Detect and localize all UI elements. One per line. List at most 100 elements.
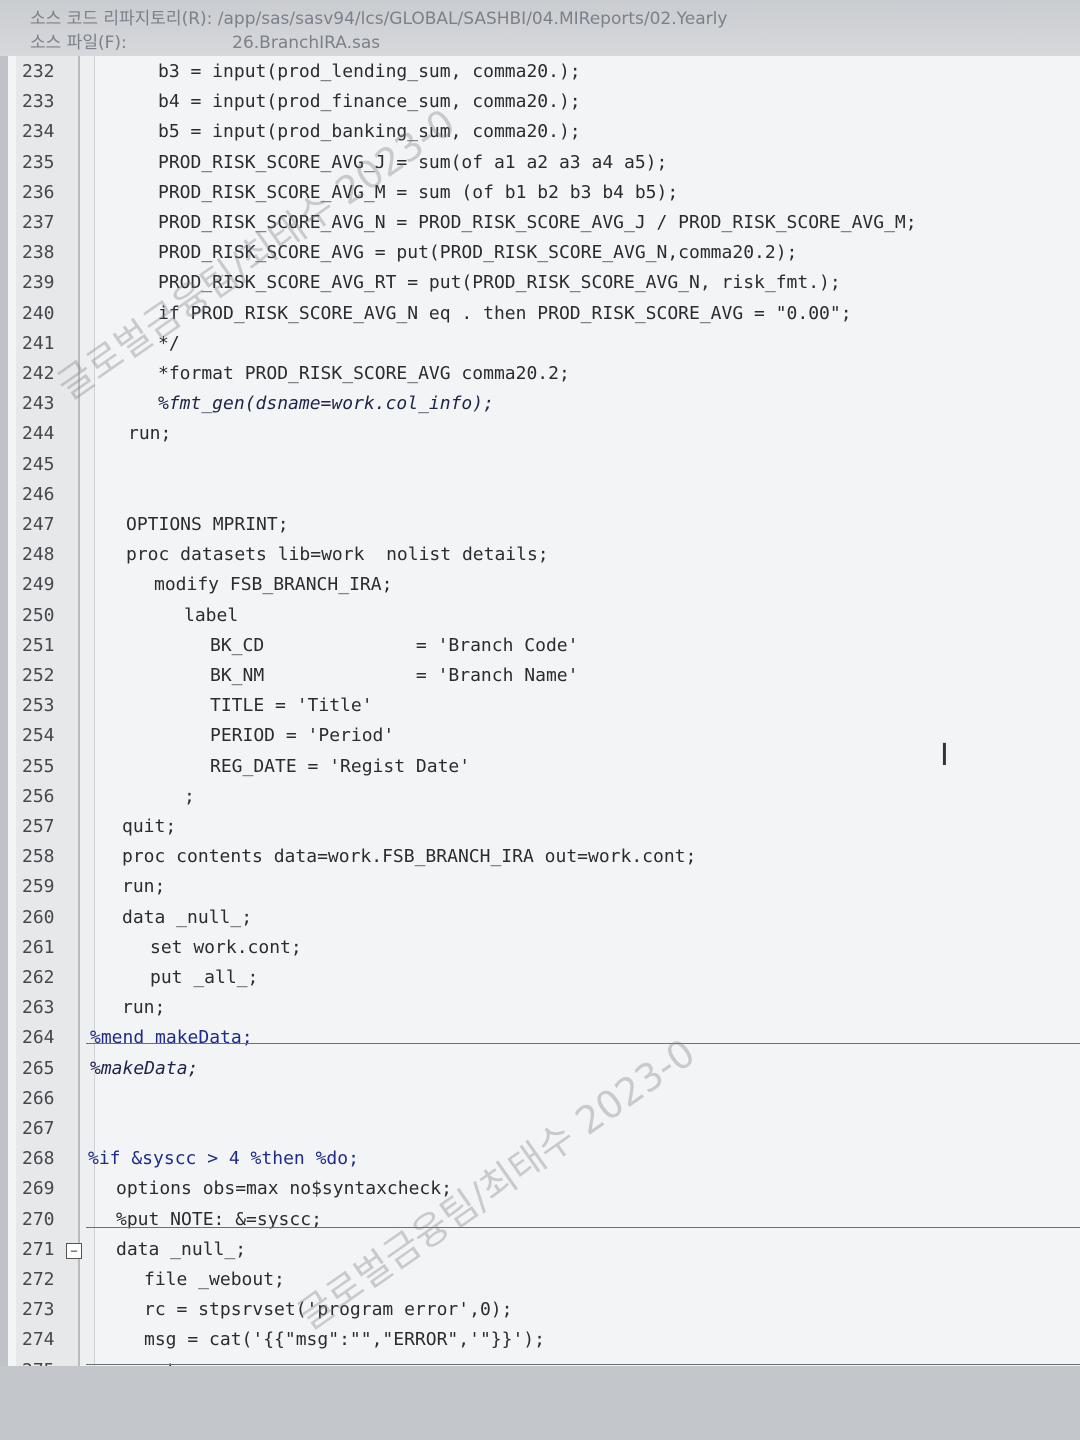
code-line[interactable]: 252 BK_NM = 'Branch Name' bbox=[8, 661, 1080, 691]
code-line[interactable]: 261 set work.cont; bbox=[8, 933, 1080, 963]
code-line[interactable]: 246 bbox=[8, 480, 1080, 510]
code-text: msg = cat('{{"msg":"","ERROR",'"}}'); bbox=[144, 1329, 545, 1351]
line-number: 234 bbox=[22, 121, 55, 143]
line-number: 274 bbox=[22, 1329, 55, 1351]
code-text: *format PROD_RISK_SCORE_AVG comma20.2; bbox=[158, 363, 570, 384]
code-text: TITLE = 'Title' bbox=[210, 695, 373, 717]
code-text: proc contents data=work.FSB_BRANCH_IRA o… bbox=[122, 846, 697, 868]
text-cursor-icon: I bbox=[940, 738, 949, 773]
code-line[interactable]: 266 bbox=[8, 1084, 1080, 1114]
source-file-value[interactable]: 26.BranchIRA.sas bbox=[232, 33, 380, 53]
line-number: 257 bbox=[22, 816, 55, 837]
code-line[interactable]: 255 REG_DATE = 'Regist Date' bbox=[8, 752, 1080, 782]
editor-footer bbox=[0, 1366, 1080, 1440]
line-number: 250 bbox=[22, 604, 55, 626]
code-line[interactable]: 250 label bbox=[8, 601, 1080, 631]
code-text: ; bbox=[184, 785, 195, 807]
code-line[interactable]: 254 PERIOD = 'Period' bbox=[8, 721, 1080, 751]
code-line[interactable]: 264 %mend makeData; bbox=[8, 1023, 1080, 1053]
line-number: 246 bbox=[22, 483, 55, 505]
line-number: 270 bbox=[22, 1208, 55, 1230]
code-line[interactable]: 244 run; bbox=[8, 419, 1080, 449]
source-file-label: 소스 파일(F): bbox=[30, 33, 127, 53]
code-line[interactable]: 234 b5 = input(prod_banking_sum, comma20.… bbox=[8, 117, 1080, 147]
code-line[interactable]: 271− data _null_; bbox=[8, 1235, 1080, 1265]
code-line[interactable]: 232 b3 = input(prod_lending_sum, comma20.… bbox=[8, 57, 1080, 87]
code-text: PERIOD = 'Period' bbox=[210, 725, 395, 747]
code-line[interactable]: 236 PROD_RISK_SCORE_AVG_M = sum (of b1 b2… bbox=[8, 178, 1080, 208]
line-number: 251 bbox=[22, 634, 55, 656]
line-number: 262 bbox=[22, 967, 55, 988]
code-text: data _null_; bbox=[116, 1238, 247, 1260]
line-number: 235 bbox=[22, 151, 55, 173]
code-line[interactable]: 257 quit; bbox=[8, 812, 1080, 842]
code-line[interactable]: 251 BK_CD = 'Branch Code' bbox=[8, 631, 1080, 661]
repository-path-label: 소스 코드 리파지토리(R): bbox=[30, 9, 213, 29]
line-number: 259 bbox=[22, 876, 55, 898]
section-separator bbox=[86, 1043, 1080, 1044]
code-text: %fmt_gen(dsname=work.col_info); bbox=[158, 393, 494, 415]
section-separator bbox=[86, 1364, 1080, 1365]
code-text: BK_NM = 'Branch Name' bbox=[210, 665, 579, 686]
code-text: options obs=max no$syntaxcheck; bbox=[116, 1178, 452, 1200]
line-number: 248 bbox=[22, 544, 55, 566]
code-line[interactable]: 273 rc = stpsrvset('program error',0); bbox=[8, 1295, 1080, 1325]
code-text: b4 = input(prod_finance_sum, comma20.); bbox=[158, 91, 581, 113]
code-line[interactable]: 272 file _webout; bbox=[8, 1265, 1080, 1295]
line-number: 267 bbox=[22, 1118, 55, 1139]
line-number: 273 bbox=[22, 1299, 55, 1321]
code-line[interactable]: 260 data _null_; bbox=[8, 903, 1080, 933]
code-text: PROD_RISK_SCORE_AVG_M = sum (of b1 b2 b3… bbox=[158, 181, 679, 203]
source-file-row: 소스 파일(F): 26.BranchIRA.sas bbox=[30, 28, 380, 53]
code-text: %mend makeData; bbox=[90, 1027, 253, 1049]
line-number: 249 bbox=[22, 574, 55, 596]
line-number: 256 bbox=[22, 785, 55, 807]
line-number: 254 bbox=[22, 725, 55, 747]
line-number: 236 bbox=[22, 181, 55, 203]
code-line[interactable]: 248 proc datasets lib=work nolist details… bbox=[8, 540, 1080, 570]
line-number: 261 bbox=[22, 936, 55, 958]
code-line[interactable]: 263 run; bbox=[8, 993, 1080, 1023]
code-line[interactable]: 258 proc contents data=work.FSB_BRANCH_IR… bbox=[8, 842, 1080, 872]
code-line[interactable]: 274 msg = cat('{{"msg":"","ERROR",'"}}'); bbox=[8, 1325, 1080, 1355]
line-number: 260 bbox=[22, 906, 55, 928]
code-line[interactable]: 233 b4 = input(prod_finance_sum, comma20.… bbox=[8, 87, 1080, 117]
code-text: run; bbox=[122, 997, 166, 1019]
code-line[interactable]: 259 run; bbox=[8, 872, 1080, 902]
code-line[interactable]: 245 bbox=[8, 450, 1080, 480]
line-number: 266 bbox=[22, 1087, 55, 1109]
code-line[interactable]: 235 PROD_RISK_SCORE_AVG_J = sum(of a1 a2 … bbox=[8, 148, 1080, 178]
line-number: 255 bbox=[22, 755, 55, 777]
line-number: 272 bbox=[22, 1269, 55, 1290]
code-text: run; bbox=[128, 423, 172, 445]
fold-collapse-icon[interactable]: − bbox=[66, 1242, 82, 1259]
code-line[interactable]: 265 %makeData; bbox=[8, 1054, 1080, 1084]
line-number: 233 bbox=[22, 91, 55, 113]
code-text: file _webout; bbox=[144, 1269, 285, 1290]
code-line[interactable]: 242 *format PROD_RISK_SCORE_AVG comma20.2… bbox=[8, 359, 1080, 389]
code-line[interactable]: 237 PROD_RISK_SCORE_AVG_N = PROD_RISK_SCO… bbox=[8, 208, 1080, 238]
line-number: 252 bbox=[22, 665, 55, 686]
section-separator bbox=[86, 1227, 1080, 1228]
code-line[interactable]: 256; bbox=[8, 782, 1080, 812]
code-line[interactable]: 262 put _all_; bbox=[8, 963, 1080, 993]
code-text: if PROD_RISK_SCORE_AVG_N eq . then PROD_… bbox=[158, 302, 852, 324]
line-number: 269 bbox=[22, 1178, 55, 1200]
line-number: 245 bbox=[22, 453, 55, 475]
code-line[interactable]: 270 %put NOTE: &=syscc; bbox=[8, 1205, 1080, 1235]
line-number: 239 bbox=[22, 272, 55, 294]
code-text: set work.cont; bbox=[150, 936, 302, 958]
code-text: proc datasets lib=work nolist details; bbox=[126, 544, 549, 566]
repository-path-value[interactable]: /app/sas/sasv94/lcs/GLOBAL/SASHBI/04.MIR… bbox=[218, 9, 728, 29]
code-line[interactable]: 249 modify FSB_BRANCH_IRA; bbox=[8, 570, 1080, 600]
code-line[interactable]: 238 PROD_RISK_SCORE_AVG = put(PROD_RISK_S… bbox=[8, 238, 1080, 268]
code-line[interactable]: 243 %fmt_gen(dsname=work.col_info); bbox=[8, 389, 1080, 419]
code-text: data _null_; bbox=[122, 906, 253, 928]
line-number: 268 bbox=[22, 1148, 55, 1170]
repository-path-row: 소스 코드 리파지토리(R): /app/sas/sasv94/lcs/GLOB… bbox=[30, 4, 727, 29]
line-number: 253 bbox=[22, 695, 55, 717]
code-line[interactable]: 253 TITLE = 'Title' bbox=[8, 691, 1080, 721]
line-number: 263 bbox=[22, 997, 55, 1019]
line-number: 238 bbox=[22, 242, 55, 264]
code-line[interactable]: 247 OPTIONS MPRINT; bbox=[8, 510, 1080, 540]
